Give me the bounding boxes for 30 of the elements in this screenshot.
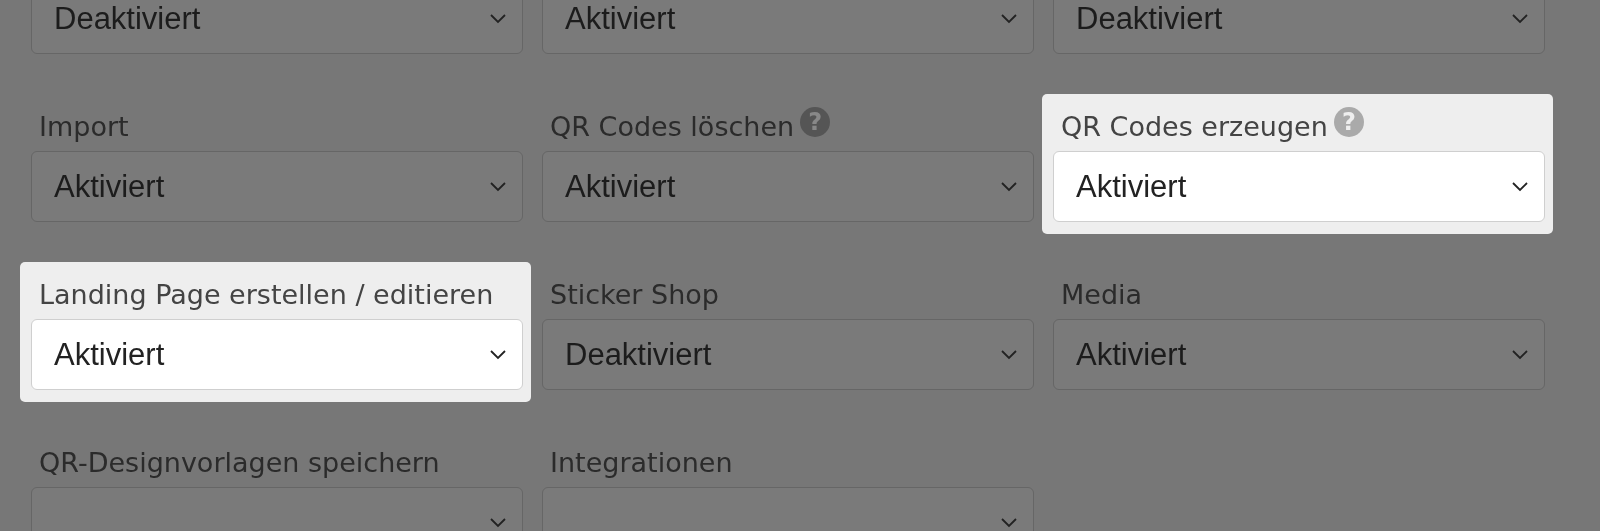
chevron-down-icon [490, 181, 506, 192]
chevron-down-icon [1001, 517, 1017, 528]
help-icon[interactable]: ? [1333, 107, 1364, 137]
chevron-down-icon [1001, 349, 1017, 360]
field-label: Media [1061, 279, 1143, 310]
dropdown-field[interactable]: Aktiviert [31, 319, 523, 390]
dropdown-field[interactable]: Aktiviert [31, 151, 523, 222]
help-icon[interactable]: ? [800, 107, 831, 137]
dropdown-field[interactable]: Aktiviert [542, 151, 1034, 222]
dropdown-field[interactable]: Deaktiviert [542, 319, 1034, 390]
field-label: Sticker Shop [550, 279, 719, 310]
chevron-down-icon [490, 349, 506, 360]
dropdown-field[interactable]: Aktiviert [542, 0, 1034, 54]
chevron-down-icon [490, 13, 506, 24]
chevron-down-icon [1512, 349, 1528, 360]
dropdown-field[interactable]: Deaktiviert [31, 0, 523, 54]
dropdown-field[interactable]: Deaktiviert [1053, 0, 1545, 54]
field-label: Import [39, 111, 129, 142]
chevron-down-icon [1001, 13, 1017, 24]
field-label: Landing Page erstellen / editieren [39, 279, 494, 310]
field-label: Integrationen [550, 447, 733, 478]
dropdown-field[interactable]: Aktiviert [1053, 319, 1545, 390]
chevron-down-icon [1001, 181, 1017, 192]
chevron-down-icon [1512, 181, 1528, 192]
field-label: QR Codes erzeugen [1061, 111, 1328, 142]
chevron-down-icon [490, 517, 506, 528]
field-label: QR-Designvorlagen speichern [39, 447, 440, 478]
field-label: QR Codes löschen [550, 111, 795, 142]
chevron-down-icon [1512, 13, 1528, 24]
dropdown-field[interactable]: Aktiviert [1053, 151, 1545, 222]
